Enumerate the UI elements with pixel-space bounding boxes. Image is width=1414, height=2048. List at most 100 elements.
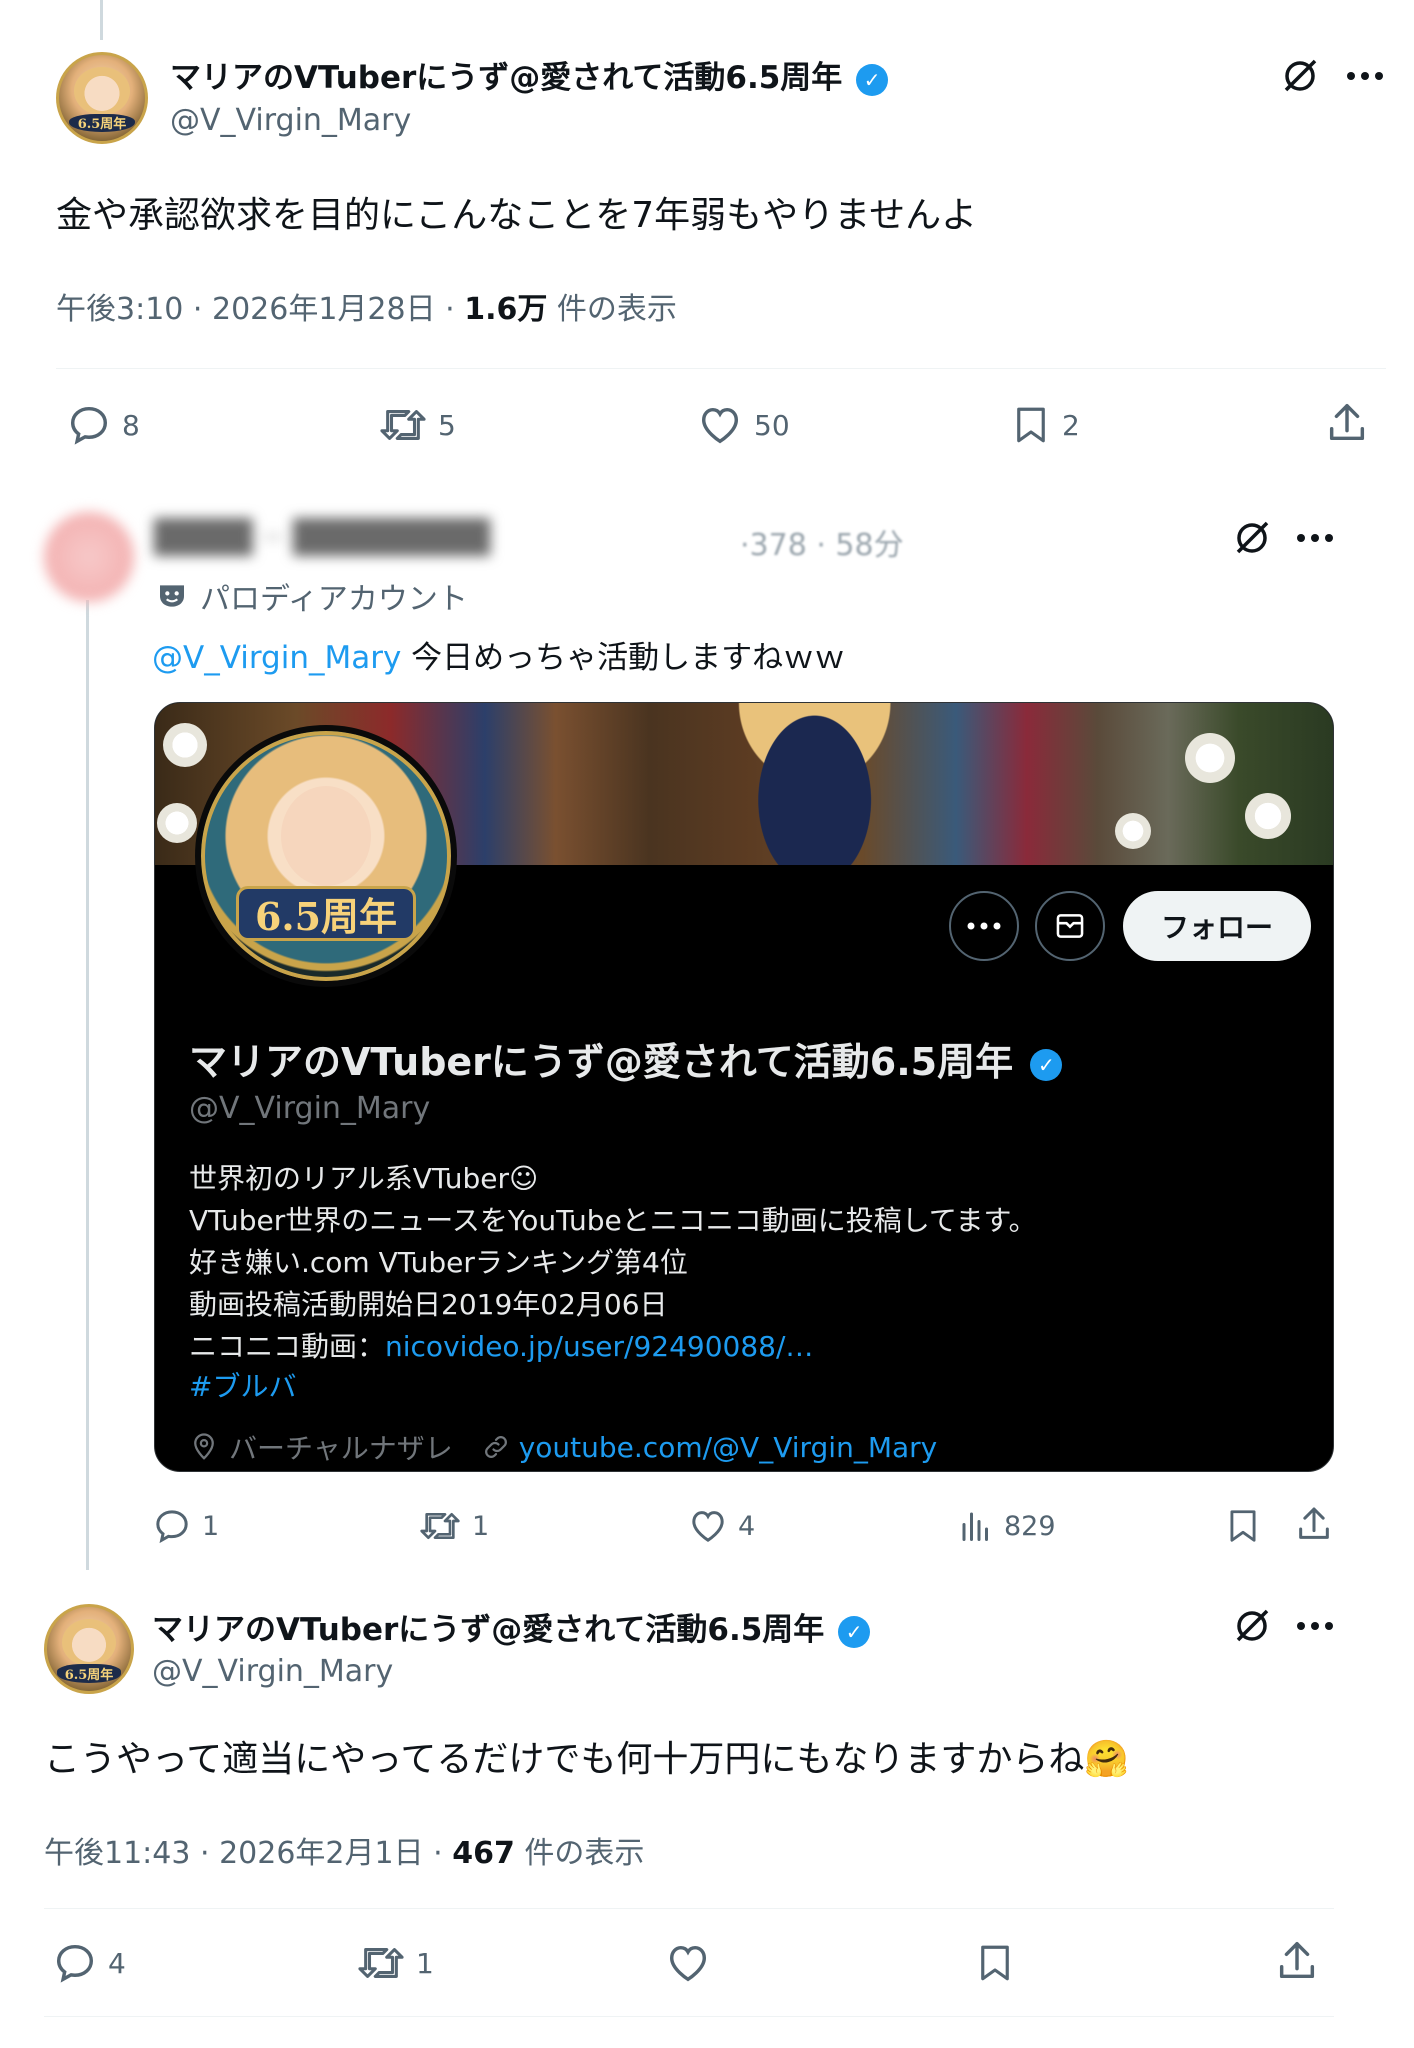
reply-count: 1 xyxy=(202,1510,220,1542)
mention-link[interactable]: @V_Virgin_Mary xyxy=(152,640,401,676)
more-icon[interactable] xyxy=(1340,56,1390,96)
reply-icon xyxy=(56,1944,94,1983)
grok-icon[interactable] xyxy=(1276,52,1324,100)
display-name[interactable]: マリアのVTuberにうず@愛されて活動6.5周年 xyxy=(170,60,842,96)
like-count: 4 xyxy=(738,1510,756,1542)
bio-line: ニコニコ動画：nicovideo.jp/user/92490088/… xyxy=(189,1330,814,1363)
retweet-count: 5 xyxy=(438,408,456,442)
bio-line: 好き嫌い.com VTuberランキング第4位 xyxy=(189,1246,688,1279)
more-icon xyxy=(967,922,1001,930)
avatar[interactable]: 6.5周年 xyxy=(44,1604,134,1694)
avatar[interactable]: 6.5周年 xyxy=(56,52,148,144)
profile-handle: @V_Virgin_Mary xyxy=(189,1091,431,1126)
display-name[interactable]: マリアのVTuberにうず@愛されて活動6.5周年 xyxy=(152,1612,824,1648)
avatar-badge: 6.5周年 xyxy=(236,886,416,941)
timestamp[interactable]: 午後3:10 · 2026年1月28日 · xyxy=(56,292,464,327)
bio-line: VTuber世界のニュースをYouTubeとニコニコ動画に投稿してます。 xyxy=(189,1204,1037,1237)
bookmark-button[interactable] xyxy=(1224,1506,1262,1546)
avatar[interactable] xyxy=(44,512,134,602)
retweet-count: 1 xyxy=(416,1946,434,1980)
bookmark-icon xyxy=(1230,1510,1256,1542)
tweet-text: こうやって適当にやってるだけでも何十万円にもなりますからね🤗 xyxy=(44,1739,1130,1780)
like-button[interactable] xyxy=(664,1940,712,1986)
divider xyxy=(44,1908,1334,1909)
tweet-meta: 午後11:43 · 2026年2月1日 · 467 件の表示 xyxy=(44,1828,644,1872)
share-button[interactable] xyxy=(1294,1504,1334,1544)
share-icon xyxy=(1299,1507,1329,1539)
more-icon[interactable] xyxy=(1290,1606,1340,1646)
timestamp[interactable]: 午後11:43 · 2026年2月1日 · xyxy=(44,1836,452,1871)
verified-icon: ✓ xyxy=(856,63,889,96)
profile-avatar[interactable]: 6.5周年 xyxy=(195,725,457,987)
views-button[interactable]: 829 xyxy=(958,1506,1056,1546)
retweet-icon xyxy=(420,1513,460,1539)
avatar-badge: 6.5周年 xyxy=(57,1664,121,1683)
location-text: バーチャルナザレ xyxy=(229,1432,453,1465)
link-icon xyxy=(484,1436,507,1458)
username[interactable]: @V_Virgin_Mary xyxy=(170,103,411,138)
view-count: 829 xyxy=(1004,1510,1056,1542)
bookmark-button[interactable] xyxy=(974,1940,1016,1986)
avatar-badge: 6.5周年 xyxy=(69,113,135,132)
bookmark-button[interactable]: 2 xyxy=(1010,402,1080,448)
retweet-button[interactable]: 1 xyxy=(356,1940,434,1986)
retweet-button[interactable]: 1 xyxy=(418,1506,489,1546)
verified-icon: ✓ xyxy=(838,1615,871,1648)
thread-line-reply xyxy=(86,600,89,1570)
reply-button[interactable]: 8 xyxy=(66,402,140,448)
more-button[interactable] xyxy=(949,891,1019,961)
retweet-icon xyxy=(358,1948,404,1978)
view-count: 467 xyxy=(452,1836,515,1871)
reply-count: 4 xyxy=(108,1946,126,1980)
location-icon xyxy=(194,1433,214,1460)
more-icon[interactable] xyxy=(1290,518,1340,558)
retweet-icon xyxy=(380,410,426,440)
parody-mask-icon xyxy=(160,585,184,607)
hashtag-link[interactable]: #ブルバ xyxy=(189,1365,296,1405)
tweet-meta: 午後3:10 · 2026年1月28日 · 1.6万 件の表示 xyxy=(56,284,677,328)
like-button[interactable]: 4 xyxy=(688,1506,755,1546)
tweet-text: 金や承認欲求を目的にこんなことを7年弱もやりませんよ xyxy=(56,195,978,236)
view-count: 1.6万 xyxy=(464,292,548,327)
grok-icon[interactable] xyxy=(1228,514,1276,562)
bookmark-count: 2 xyxy=(1062,408,1080,442)
blurred-name: ████ ·· ████████ xyxy=(154,518,490,556)
share-button[interactable] xyxy=(1274,1938,1320,1984)
profile-name: マリアのVTuberにうず@愛されて活動6.5周年 ✓ xyxy=(189,1031,1063,1086)
share-icon xyxy=(1329,404,1365,441)
mail-icon xyxy=(1056,914,1084,938)
like-icon xyxy=(701,407,739,444)
retweet-button[interactable]: 5 xyxy=(378,402,456,448)
website-link[interactable]: youtube.com/@V_Virgin_Mary xyxy=(519,1431,938,1464)
username[interactable]: @V_Virgin_Mary xyxy=(152,1654,393,1689)
views-icon xyxy=(962,1512,988,1541)
profile-card[interactable]: 6.5周年 フォロー マリアのVTuberにうず@愛されて活動6.5周年 ✓ @… xyxy=(154,702,1334,1472)
like-icon xyxy=(692,1511,724,1542)
reply-count: 8 xyxy=(122,408,140,442)
reply-icon xyxy=(156,1510,188,1544)
follow-button[interactable]: フォロー xyxy=(1123,891,1311,961)
like-icon xyxy=(669,1945,707,1982)
reply-button[interactable]: 4 xyxy=(52,1940,126,1986)
reply-icon xyxy=(70,406,108,445)
bio-line: 動画投稿活動開始日2019年02月06日 xyxy=(189,1288,668,1321)
verified-icon: ✓ xyxy=(1030,1048,1063,1081)
bookmark-icon xyxy=(1017,407,1045,443)
thread-line-top xyxy=(100,0,103,40)
share-button[interactable] xyxy=(1324,400,1370,446)
message-button[interactable] xyxy=(1035,891,1105,961)
reply-time: ·378 · 58分 xyxy=(740,528,904,563)
like-button[interactable]: 50 xyxy=(696,402,790,448)
divider xyxy=(56,368,1386,369)
nicovideo-link[interactable]: nicovideo.jp/user/92490088/… xyxy=(385,1330,813,1363)
reply-text: @V_Virgin_Mary 今日めっちゃ活動しますねｗｗ xyxy=(152,640,846,676)
view-label: 件の表示 xyxy=(514,1836,645,1871)
bio-line: 世界初のリアル系VTuber☺ xyxy=(189,1162,539,1195)
share-icon xyxy=(1279,1942,1315,1979)
like-count: 50 xyxy=(754,408,790,442)
profile-footer: バーチャルナザレ youtube.com/@V_Virgin_Mary xyxy=(189,1427,937,1467)
grok-icon[interactable] xyxy=(1228,1602,1276,1650)
reply-button[interactable]: 1 xyxy=(152,1506,219,1546)
view-label: 件の表示 xyxy=(547,292,677,327)
parody-label: パロディアカウント xyxy=(156,574,468,618)
